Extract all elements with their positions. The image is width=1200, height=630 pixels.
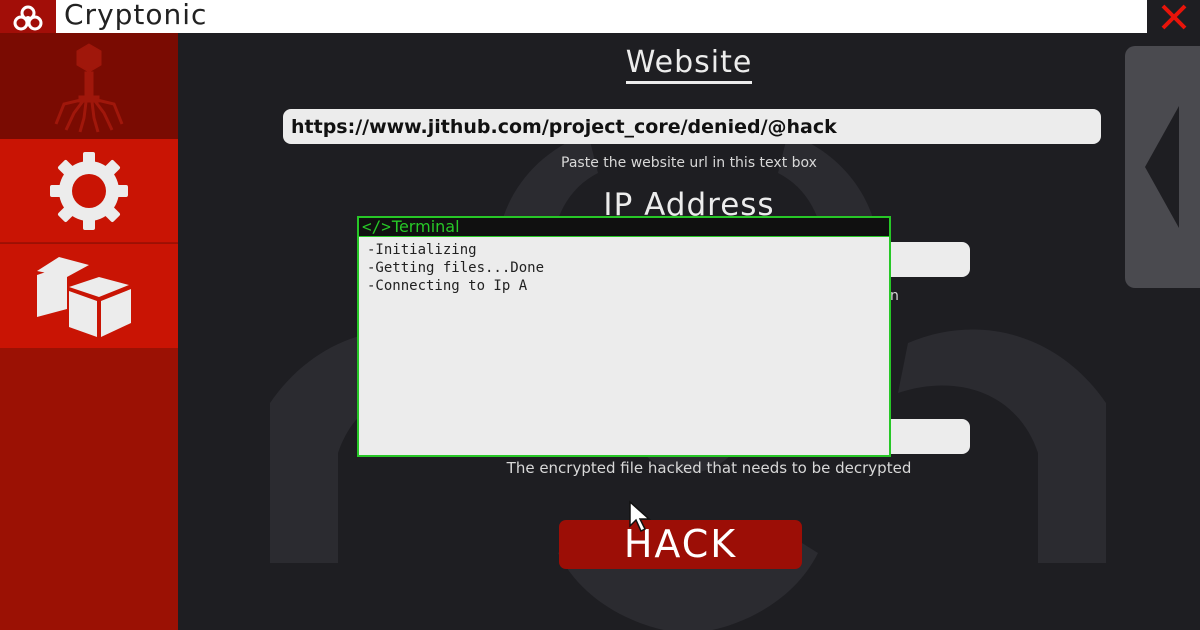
gear-icon	[50, 151, 128, 230]
website-url-hint: Paste the website url in this text box	[561, 155, 817, 171]
terminal-line: -Initializing	[367, 242, 477, 258]
biohazard-logo-icon	[0, 0, 56, 33]
terminal-line: -Getting files...Done	[367, 260, 545, 276]
ip-address-input[interactable]	[878, 242, 970, 277]
encrypted-file-input[interactable]	[878, 419, 970, 454]
sidebar-item-virus[interactable]	[0, 33, 178, 139]
close-button[interactable]	[1147, 0, 1200, 33]
sidebar-item-settings[interactable]	[0, 139, 178, 243]
website-heading: Website	[178, 45, 1200, 84]
sidebar-item-packages[interactable]	[0, 244, 178, 348]
mouse-pointer-icon	[629, 500, 651, 533]
triangle-left-icon	[1145, 106, 1179, 228]
website-url-input[interactable]	[283, 109, 1101, 144]
close-icon	[1161, 4, 1186, 29]
ip-address-hint: n	[890, 288, 899, 304]
terminal-output: -Initializing -Getting files...Done -Con…	[359, 236, 889, 455]
virus-icon	[54, 43, 124, 133]
hack-button[interactable]: HACK	[559, 520, 802, 569]
terminal-line: -Connecting to Ip A	[367, 278, 528, 294]
sidebar	[0, 33, 178, 630]
encrypted-file-hint: The encrypted file hacked that needs to …	[506, 459, 912, 477]
website-heading-text: Website	[625, 45, 753, 84]
terminal-window: </> Terminal -Initializing -Getting file…	[357, 216, 891, 457]
code-icon: </>	[362, 217, 391, 236]
title-bar: Cryptonic	[0, 0, 1200, 33]
boxes-icon	[37, 257, 131, 337]
app-title: Cryptonic	[64, 0, 208, 31]
terminal-title-bar[interactable]: </> Terminal	[359, 218, 889, 236]
collapse-panel-button[interactable]	[1125, 46, 1200, 288]
terminal-title: Terminal	[391, 217, 460, 236]
